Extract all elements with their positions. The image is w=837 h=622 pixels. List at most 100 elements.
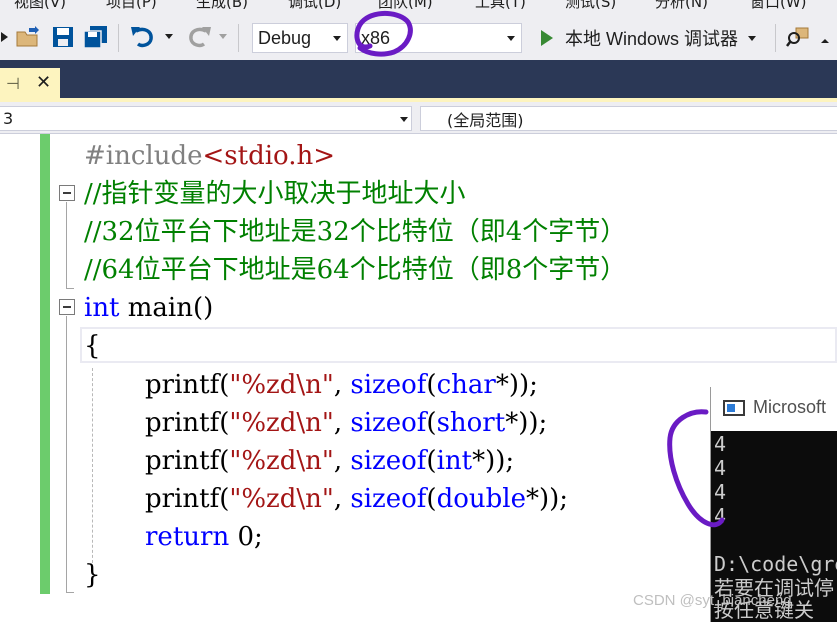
- play-icon: [541, 30, 553, 46]
- editor-navigation-bar: 3 (全局范围): [0, 102, 837, 134]
- keyword: sizeof: [350, 408, 427, 438]
- toolbar-separator: [775, 24, 776, 52]
- current-line-highlight: [80, 327, 837, 363]
- punctuation: (: [426, 370, 437, 400]
- code-line-comment[interactable]: //32位平台下地址是32个比特位（即4个字节）: [84, 213, 626, 251]
- printf-call: printf(: [145, 446, 230, 476]
- open-folder-icon[interactable]: [14, 24, 42, 50]
- code-line-printf[interactable]: printf("%zd\n", sizeof(double*));: [145, 480, 568, 518]
- find-in-files-icon[interactable]: [784, 24, 812, 50]
- undo-dropdown-icon[interactable]: [162, 24, 176, 50]
- code-line-comment[interactable]: //指针变量的大小取决于地址大小: [84, 175, 466, 213]
- active-document-tab[interactable]: ⊣ ✕: [0, 68, 60, 102]
- keyword: return: [145, 522, 230, 552]
- menu-team[interactable]: 团队(M): [378, 0, 433, 12]
- document-tab-strip: ⊣ ✕: [0, 60, 837, 102]
- toolbar-separator: [118, 24, 119, 52]
- toolbar-separator: [238, 24, 239, 52]
- save-icon[interactable]: [50, 24, 76, 50]
- console-output-line: 4: [714, 504, 727, 528]
- keyword: sizeof: [350, 446, 427, 476]
- preprocessor-directive: #include: [84, 141, 203, 171]
- punctuation: ,: [333, 446, 351, 476]
- include-header: <stdio.h>: [202, 141, 336, 171]
- punctuation: *));: [495, 370, 538, 400]
- start-debugging-label: 本地 Windows 调试器: [565, 29, 739, 49]
- keyword: sizeof: [350, 484, 427, 514]
- code-line-printf[interactable]: printf("%zd\n", sizeof(char*));: [145, 366, 538, 404]
- collapse-main-icon[interactable]: [59, 299, 75, 315]
- solution-platform-value: x86: [361, 27, 391, 48]
- punctuation: *));: [472, 446, 515, 476]
- collapse-comment-block-icon[interactable]: [59, 185, 75, 201]
- punctuation: *));: [525, 484, 568, 514]
- type-name: double: [436, 484, 526, 514]
- keyword: int: [84, 293, 120, 323]
- menu-build[interactable]: 生成(B): [196, 0, 248, 12]
- printf-call: printf(: [145, 370, 230, 400]
- console-path-line: D:\code\gre: [714, 552, 837, 576]
- toolbar-overflow-icon[interactable]: [818, 24, 832, 50]
- console-output-line: 4: [714, 456, 727, 480]
- chevron-down-icon: [507, 36, 515, 41]
- indent-guide: [92, 368, 93, 568]
- code-line-printf[interactable]: printf("%zd\n", sizeof(int*));: [145, 442, 514, 480]
- format-string: "%zd\n": [229, 408, 334, 438]
- code-line-main-signature[interactable]: int main(): [84, 289, 213, 327]
- type-name: short: [436, 408, 506, 438]
- console-title-bar[interactable]: Microsoft: [711, 387, 837, 431]
- punctuation: *));: [505, 408, 548, 438]
- menu-window[interactable]: 窗口(W): [750, 0, 807, 12]
- project-scope-value: 3: [3, 109, 14, 128]
- punctuation: (: [426, 446, 437, 476]
- watermark-text: CSDN @syt_biancheng: [633, 592, 792, 609]
- code-line-printf[interactable]: printf("%zd\n", sizeof(short*));: [145, 404, 547, 442]
- menu-bar: 视图(V) 项目(P) 生成(B) 调试(D) 团队(M) 工具(T) 测试(S…: [0, 0, 837, 14]
- code-line-open-brace[interactable]: {: [84, 327, 101, 365]
- redo-dropdown-icon[interactable]: [216, 24, 230, 50]
- member-scope-select[interactable]: (全局范围): [420, 106, 837, 131]
- solution-configuration-select[interactable]: Debug: [252, 23, 348, 53]
- menu-debug[interactable]: 调试(D): [288, 0, 341, 12]
- type-name: int: [436, 446, 473, 476]
- console-output-line: 4: [714, 432, 727, 456]
- format-string: "%zd\n": [229, 446, 334, 476]
- standard-toolbar: Debug x86 本地 Windows 调试器: [0, 14, 837, 60]
- menu-analyze[interactable]: 分析(N): [655, 0, 708, 12]
- start-debugging-button[interactable]: 本地 Windows 调试器: [535, 23, 757, 53]
- pin-icon[interactable]: ⊣: [6, 74, 20, 93]
- solution-configuration-value: Debug: [258, 27, 312, 48]
- code-line-return[interactable]: return 0;: [145, 518, 263, 556]
- format-string: "%zd\n": [229, 484, 334, 514]
- menu-view[interactable]: 视图(V): [14, 0, 66, 12]
- punctuation: ,: [333, 408, 351, 438]
- printf-call: printf(: [145, 484, 230, 514]
- punctuation: ,: [333, 370, 351, 400]
- code-line-comment[interactable]: //64位平台下地址是64个比特位（即8个字节）: [84, 251, 626, 289]
- member-scope-value: (全局范围): [447, 110, 524, 130]
- undo-icon[interactable]: [128, 24, 158, 50]
- change-tracking-margin: [40, 134, 50, 594]
- chevron-right-icon[interactable]: [0, 24, 10, 50]
- menu-tools[interactable]: 工具(T): [475, 0, 526, 12]
- debug-console-window[interactable]: Microsoft 4 4 4 4 D:\code\gre 若要在调试停 按任意…: [710, 387, 837, 622]
- chevron-down-icon: [400, 117, 408, 122]
- chevron-down-icon[interactable]: [748, 35, 757, 41]
- menu-project[interactable]: 项目(P): [106, 0, 157, 12]
- console-title: Microsoft: [753, 397, 827, 417]
- function-name: main(): [119, 293, 214, 323]
- redo-icon[interactable]: [184, 24, 214, 50]
- close-icon[interactable]: ✕: [36, 72, 51, 93]
- type-name: char: [436, 370, 496, 400]
- project-scope-select[interactable]: 3: [0, 106, 412, 131]
- console-app-icon: [723, 400, 745, 416]
- menu-test[interactable]: 测试(S): [565, 0, 616, 12]
- outline-line: [66, 316, 67, 592]
- save-all-icon[interactable]: [82, 24, 110, 50]
- code-line-include[interactable]: #include<stdio.h>: [84, 137, 335, 175]
- code-line-close-brace[interactable]: }: [84, 556, 101, 594]
- printf-call: printf(: [145, 408, 230, 438]
- solution-platform-select[interactable]: x86: [355, 23, 522, 53]
- console-output-line: 4: [714, 480, 727, 504]
- punctuation: (: [426, 408, 437, 438]
